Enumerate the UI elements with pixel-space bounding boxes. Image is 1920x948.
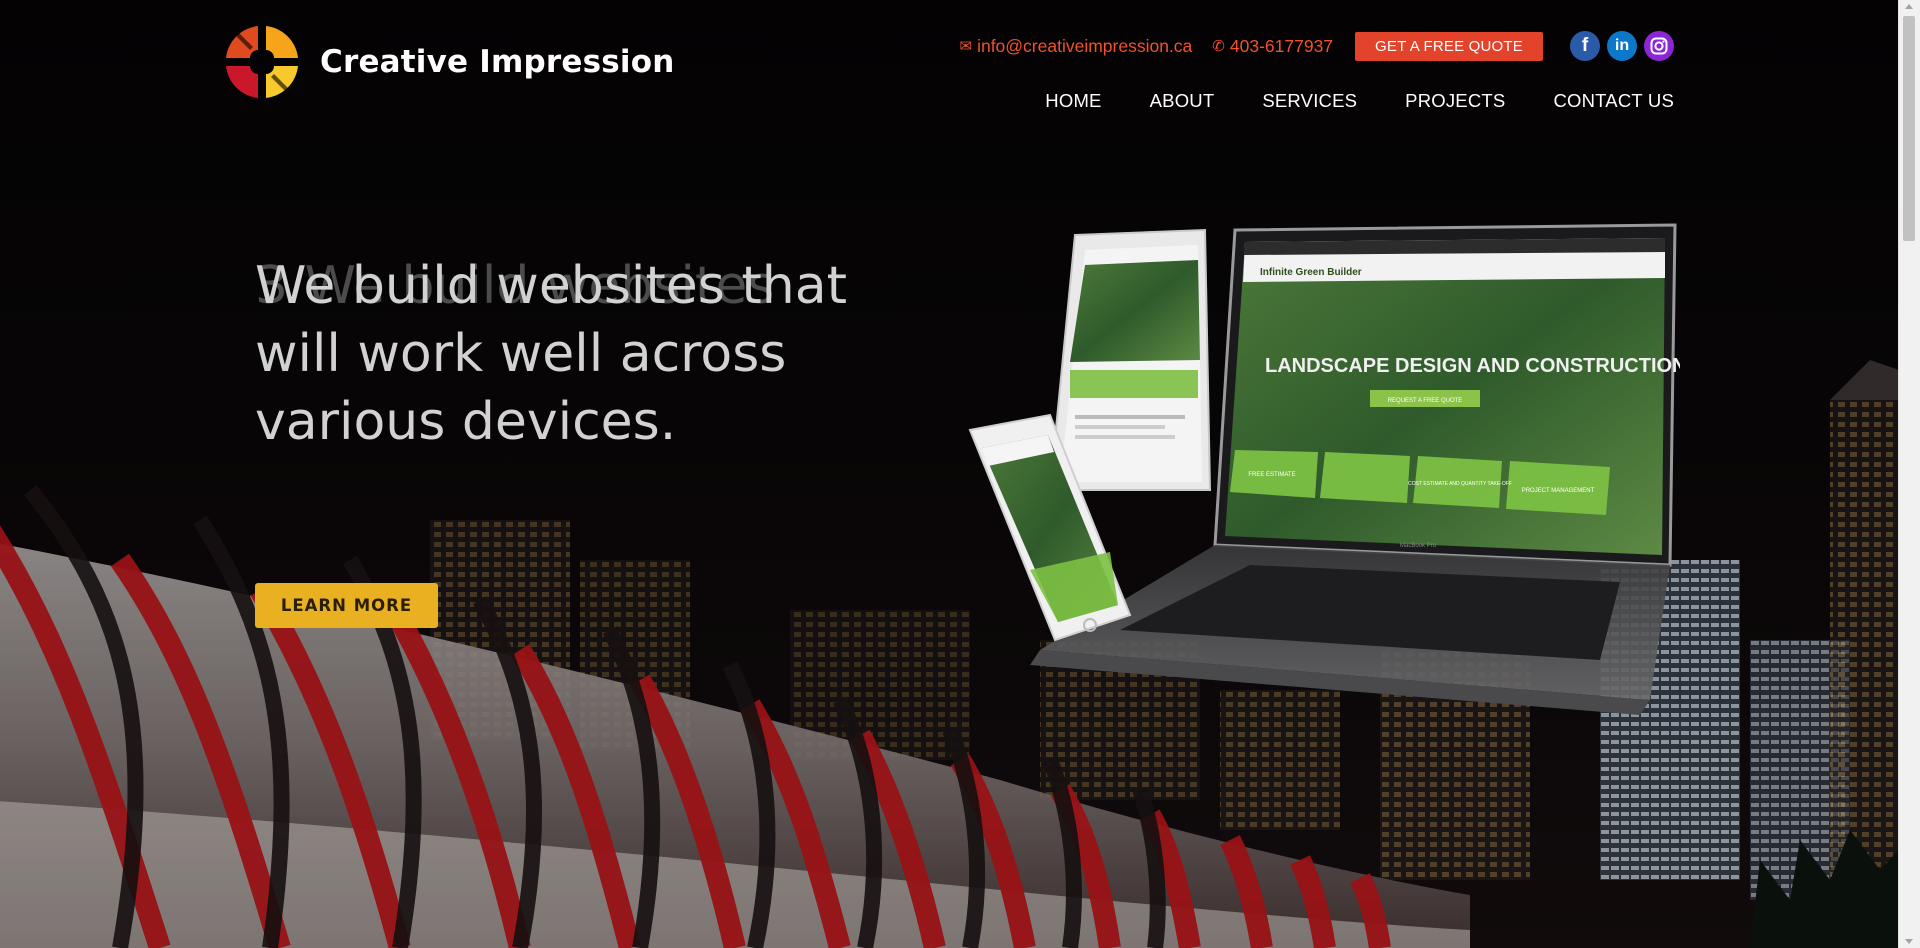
nav-contact-us[interactable]: CONTACT US (1553, 90, 1674, 112)
nav-home[interactable]: HOME (1045, 90, 1101, 112)
nav-about[interactable]: ABOUT (1150, 90, 1215, 112)
page-scrollbar[interactable] (1898, 0, 1920, 948)
hero-headline: We build websites that will work well ac… (255, 256, 847, 452)
instagram-glyph (1650, 37, 1668, 55)
site-header: Creative Impression ✉ info@creativeimpre… (0, 0, 1899, 130)
email-text: info@creativeimpression.ca (977, 35, 1193, 56)
facebook-icon[interactable]: f (1570, 31, 1600, 61)
scrollbar-thumb[interactable] (1903, 16, 1915, 241)
brand-name: Creative Impression (320, 44, 675, 80)
nav-projects[interactable]: PROJECTS (1405, 90, 1505, 112)
learn-more-button[interactable]: LEARN MORE (255, 583, 438, 628)
brand-logo[interactable]: Creative Impression (224, 24, 675, 100)
scroll-up-icon[interactable] (1905, 4, 1913, 9)
main-nav: HOME ABOUT SERVICES PROJECTS CONTACT US (997, 90, 1674, 112)
nav-services[interactable]: SERVICES (1262, 90, 1357, 112)
mockup-cta-label: REQUEST A FREE QUOTE (1388, 398, 1463, 404)
page: Creative Impression ✉ info@creativeimpre… (0, 0, 1899, 948)
get-free-quote-button[interactable]: GET A FREE QUOTE (1355, 31, 1543, 61)
contact-bar: ✉ info@creativeimpression.ca ✆ 403-61779… (960, 30, 1674, 62)
email-link[interactable]: ✉ info@creativeimpression.ca (960, 36, 1193, 57)
device-mockup-image: Infinite Green Builder LANDSCAPE DESIGN … (920, 220, 1687, 780)
instagram-icon[interactable] (1644, 31, 1674, 61)
mockup-tile-1: FREE ESTIMATE (1248, 472, 1295, 478)
mockup-banner: LANDSCAPE DESIGN AND CONSTRUCTION (1265, 355, 1680, 377)
phone-link[interactable]: ✆ 403-6177937 (1212, 36, 1333, 57)
phone-text: 403-6177937 (1229, 35, 1334, 56)
mockup-tile-3: COST ESTIMATE AND QUANTITY TAKE-OFF (1408, 481, 1512, 487)
logo-mark-icon (226, 26, 298, 98)
mockup-site-name: Infinite Green Builder (1260, 267, 1362, 278)
envelope-icon: ✉ (959, 38, 973, 55)
mockup-tile-4: PROJECT MANAGEMENT (1522, 488, 1595, 494)
scroll-down-icon[interactable] (1905, 939, 1913, 944)
mockup-laptop-label: MacBook Pro (1400, 543, 1437, 549)
phone-icon: ✆ (1212, 38, 1225, 55)
hero-text: 3 We build websites We build websites th… (255, 252, 855, 456)
linkedin-icon[interactable]: in (1607, 31, 1637, 61)
